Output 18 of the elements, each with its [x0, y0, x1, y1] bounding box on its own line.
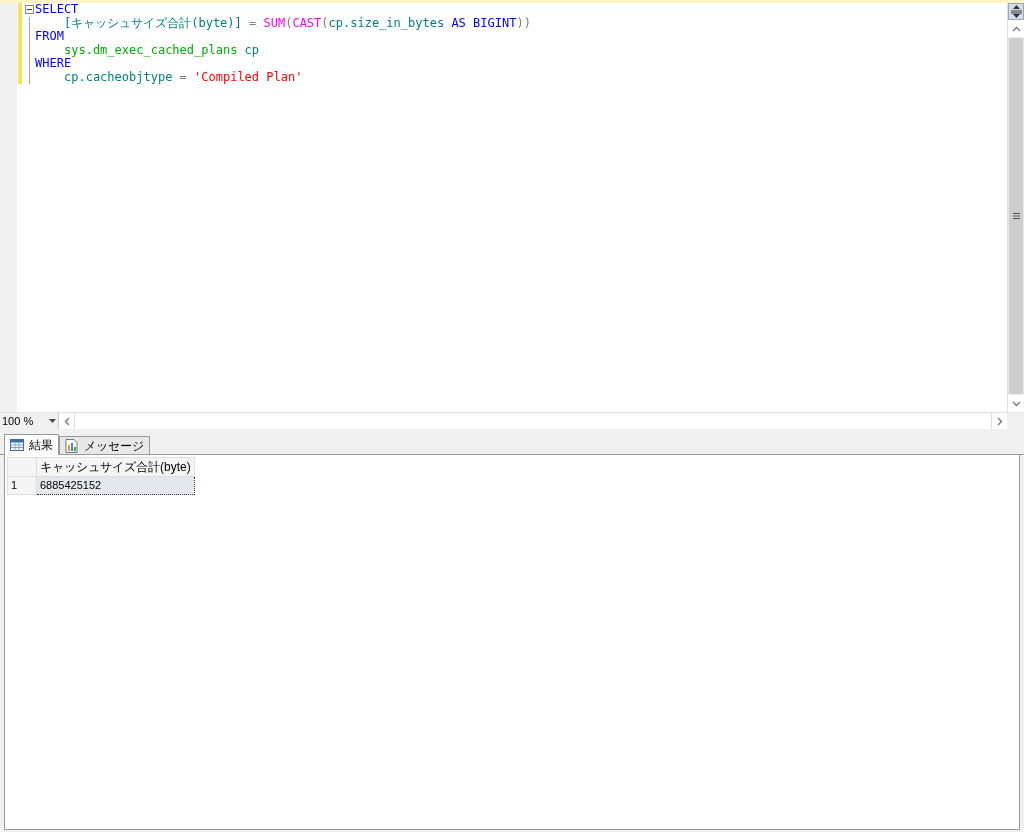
grid-icon: [10, 439, 24, 451]
code-line: [キャッシュサイズ合計(byte)] = SUM(CAST(cp.size_in_bytes AS BIGINT)): [64, 16, 531, 30]
code-line: cp.cacheobjtype = 'Compiled Plan': [63, 70, 303, 84]
document-icon: [65, 438, 79, 453]
column-header[interactable]: キャッシュサイズ合計(byte): [36, 457, 195, 477]
code-line: sys.dm_exec_cached_plans cp: [63, 43, 260, 57]
split-handle-icon[interactable]: [1008, 3, 1024, 20]
code-line: SELECT: [35, 3, 79, 17]
tab[interactable]: 結果: [4, 434, 59, 455]
zoom-dropdown[interactable]: 100 %: [0, 413, 59, 429]
tab[interactable]: メッセージ: [59, 436, 150, 454]
collapse-icon[interactable]: [25, 5, 34, 15]
scroll-down-icon[interactable]: [1008, 395, 1024, 412]
scroll-up-icon[interactable]: [1008, 20, 1024, 37]
dropdown-icon: [49, 419, 56, 423]
scroll-thumb[interactable]: [1008, 37, 1024, 395]
code-line: FROM: [35, 30, 64, 44]
code-line: WHERE: [35, 57, 72, 71]
